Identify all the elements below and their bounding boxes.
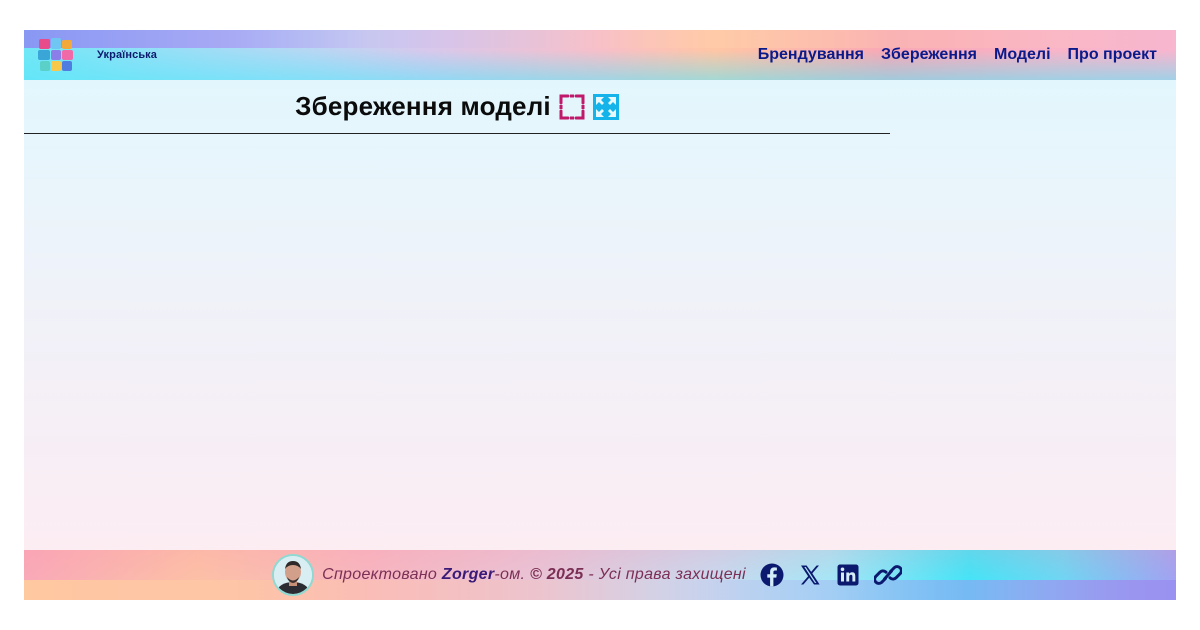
social-links xyxy=(760,563,903,587)
nav-item-about[interactable]: Про проект xyxy=(1068,46,1157,64)
main-nav: Брендування Збереження Моделі Про проект xyxy=(758,46,1157,64)
x-icon[interactable] xyxy=(798,563,822,587)
app-window: Українська Брендування Збереження Моделі… xyxy=(24,30,1176,600)
nav-item-saving[interactable]: Збереження xyxy=(881,46,977,64)
rights-text: - Усі права захищені xyxy=(588,566,746,583)
expand-arrows-icon[interactable] xyxy=(592,93,619,120)
page-title: Збереження моделі xyxy=(295,91,551,121)
title-divider xyxy=(24,133,890,134)
language-selector[interactable]: Українська xyxy=(97,49,157,61)
link-icon[interactable] xyxy=(873,563,903,587)
nav-item-models[interactable]: Моделі xyxy=(994,46,1051,64)
credit-prefix: Спроектовано xyxy=(322,566,438,583)
logo[interactable] xyxy=(38,38,74,72)
copyright: © 2025 xyxy=(529,566,584,583)
footer-credit: Спроектовано Zorger-ом. © 2025 - Усі пра… xyxy=(322,566,746,584)
facebook-icon[interactable] xyxy=(760,563,784,587)
fullscreen-corners-icon[interactable] xyxy=(559,94,585,120)
linkedin-icon[interactable] xyxy=(836,563,860,587)
brand: Українська xyxy=(24,38,157,72)
title-row: Збереження моделі xyxy=(24,91,890,122)
nav-item-branding[interactable]: Брендування xyxy=(758,46,864,64)
credit-suffix: -ом. xyxy=(494,566,526,583)
author-name[interactable]: Zorger xyxy=(442,566,494,583)
header: Українська Брендування Збереження Моделі… xyxy=(24,30,1176,80)
footer: Спроектовано Zorger-ом. © 2025 - Усі пра… xyxy=(24,550,1176,600)
avatar xyxy=(272,554,315,596)
footer-inner: Спроектовано Zorger-ом. © 2025 - Усі пра… xyxy=(272,554,903,596)
main-content: Збереження моделі xyxy=(24,80,1176,550)
